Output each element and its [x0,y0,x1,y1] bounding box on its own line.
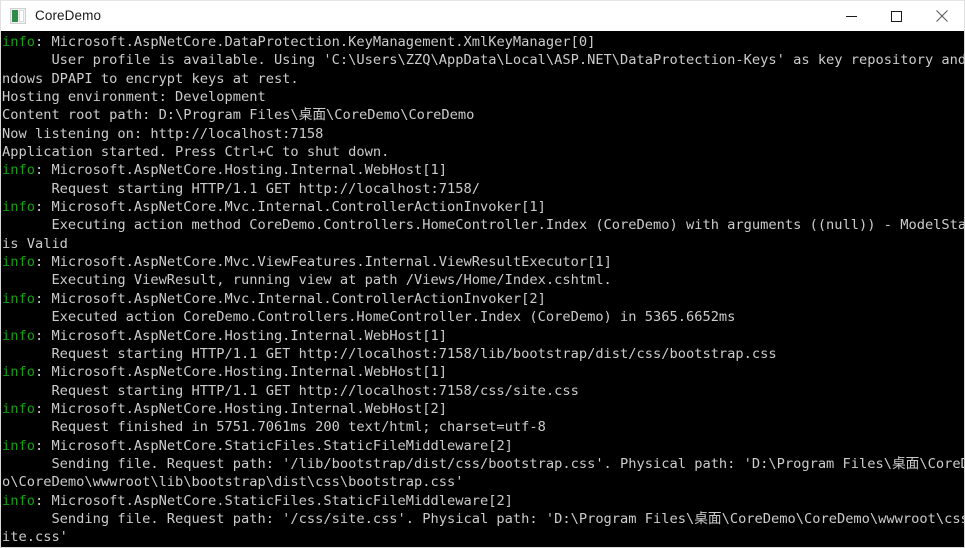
log-level-info: info [2,199,35,216]
title-bar-left: CoreDemo [1,8,829,24]
log-level-info: info [2,400,35,417]
console-line-text: : Microsoft.AspNetCore.Hosting.Internal.… [34,327,447,344]
close-icon [935,10,948,22]
console-line-text: Now listening on: http://localhost:7158 [2,125,324,142]
console-line: Executed action CoreDemo.Controllers.Hom… [2,308,964,326]
console-line-text: Sending file. Request path: '/lib/bootst… [2,455,965,472]
log-level-info: info [2,327,35,344]
log-level-info: info [2,34,35,50]
console-line-text: Request starting HTTP/1.1 GET http://loc… [2,345,777,362]
console-line-text: User profile is available. Using 'C:\Use… [2,52,965,69]
console-line: Sending file. Request path: '/lib/bootst… [2,455,964,473]
console-line: info: Microsoft.AspNetCore.Mvc.Internal.… [2,198,964,216]
console-line: info: Microsoft.AspNetCore.Hosting.Inter… [2,327,964,345]
console-line: Request starting HTTP/1.1 GET http://loc… [2,180,964,198]
console-line-text: : Microsoft.AspNetCore.Mvc.ViewFeatures.… [34,254,612,271]
console-line: Request starting HTTP/1.1 GET http://loc… [2,345,964,363]
console-line: Now listening on: http://localhost:7158 [2,125,964,143]
log-level-info: info [2,162,35,179]
console-line: info: Microsoft.AspNetCore.Hosting.Inter… [2,363,964,381]
console-line: info: Microsoft.AspNetCore.Hosting.Inter… [2,161,964,179]
console-line: Request starting HTTP/1.1 GET http://loc… [2,382,964,400]
console-line: info: Microsoft.AspNetCore.Mvc.Internal.… [2,290,964,308]
console-window: CoreDemo info: Microsoft.AspNetCore.Data… [0,0,965,548]
console-line-text: : Microsoft.AspNetCore.DataProtection.Ke… [34,34,596,50]
maximize-icon [891,10,902,22]
console-line: Application started. Press Ctrl+C to shu… [2,143,964,161]
console-line-text: Executing action method CoreDemo.Control… [2,217,965,234]
console-line-text: Sending file. Request path: '/css/site.c… [2,510,965,527]
console-line: is Valid [2,235,964,253]
log-level-info: info [2,290,35,307]
console-line: Sending file. Request path: '/css/site.c… [2,510,964,528]
console-app-icon [10,8,26,24]
app-icon-white-block [19,10,24,22]
console-line-text: : Microsoft.AspNetCore.Hosting.Internal.… [34,162,447,179]
minimize-icon [846,15,857,17]
console-line: info: Microsoft.AspNetCore.StaticFiles.S… [2,437,964,455]
console-line-text: o\CoreDemo\wwwroot\lib\bootstrap\dist\cs… [2,474,464,491]
console-line-text: Request finished in 5751.7061ms 200 text… [2,419,546,436]
window-controls [829,1,964,31]
console-line-text: Executed action CoreDemo.Controllers.Hom… [2,309,736,326]
console-line-text: Request starting HTTP/1.1 GET http://loc… [2,382,579,399]
console-log-text: info: Microsoft.AspNetCore.DataProtectio… [1,31,964,547]
log-level-info: info [2,364,35,381]
console-line: Content root path: D:\Program Files\桌面\C… [2,106,964,124]
console-line-text: ite.css' [2,529,68,546]
console-line-text: ndows DPAPI to encrypt keys at rest. [2,70,299,87]
console-line-text: Executing ViewResult, running view at pa… [2,272,612,289]
console-line-text: Content root path: D:\Program Files\桌面\C… [2,107,475,124]
console-line-text: : Microsoft.AspNetCore.StaticFiles.Stati… [34,492,513,509]
console-line: Hosting environment: Development [2,88,964,106]
console-line: info: Microsoft.AspNetCore.Mvc.ViewFeatu… [2,253,964,271]
maximize-button[interactable] [874,1,919,31]
console-line-text: Application started. Press Ctrl+C to shu… [2,144,390,161]
console-line-text: : Microsoft.AspNetCore.Hosting.Internal.… [34,364,447,381]
console-line: Request finished in 5751.7061ms 200 text… [2,418,964,436]
console-line-text: : Microsoft.AspNetCore.Mvc.Internal.Cont… [34,199,546,216]
close-button[interactable] [919,1,964,31]
console-line: o\CoreDemo\wwwroot\lib\bootstrap\dist\cs… [2,473,964,491]
console-line: ite.css' [2,528,964,546]
log-level-info: info [2,492,35,509]
app-icon-green-block [12,10,18,22]
console-line: info: Microsoft.AspNetCore.Hosting.Inter… [2,400,964,418]
console-line-text: Request starting HTTP/1.1 GET http://loc… [2,180,480,197]
console-line: Executing action method CoreDemo.Control… [2,216,964,234]
console-line-text: : Microsoft.AspNetCore.Hosting.Internal.… [34,400,447,417]
console-output-area[interactable]: info: Microsoft.AspNetCore.DataProtectio… [0,31,965,548]
console-line-text: is Valid [2,235,68,252]
console-line-text: : Microsoft.AspNetCore.Mvc.Internal.Cont… [34,290,546,307]
console-line-text: Hosting environment: Development [2,89,266,106]
log-level-info: info [2,437,35,454]
console-line: info: Microsoft.AspNetCore.StaticFiles.S… [2,492,964,510]
log-level-info: info [2,254,35,271]
console-line: info: Microsoft.AspNetCore.DataProtectio… [2,33,964,51]
console-line-text: : Microsoft.AspNetCore.StaticFiles.Stati… [34,437,513,454]
window-title: CoreDemo [35,8,102,24]
console-line: ndows DPAPI to encrypt keys at rest. [2,70,964,88]
console-line: User profile is available. Using 'C:\Use… [2,51,964,69]
title-bar[interactable]: CoreDemo [0,0,965,31]
console-line: Executing ViewResult, running view at pa… [2,271,964,289]
minimize-button[interactable] [829,1,874,31]
